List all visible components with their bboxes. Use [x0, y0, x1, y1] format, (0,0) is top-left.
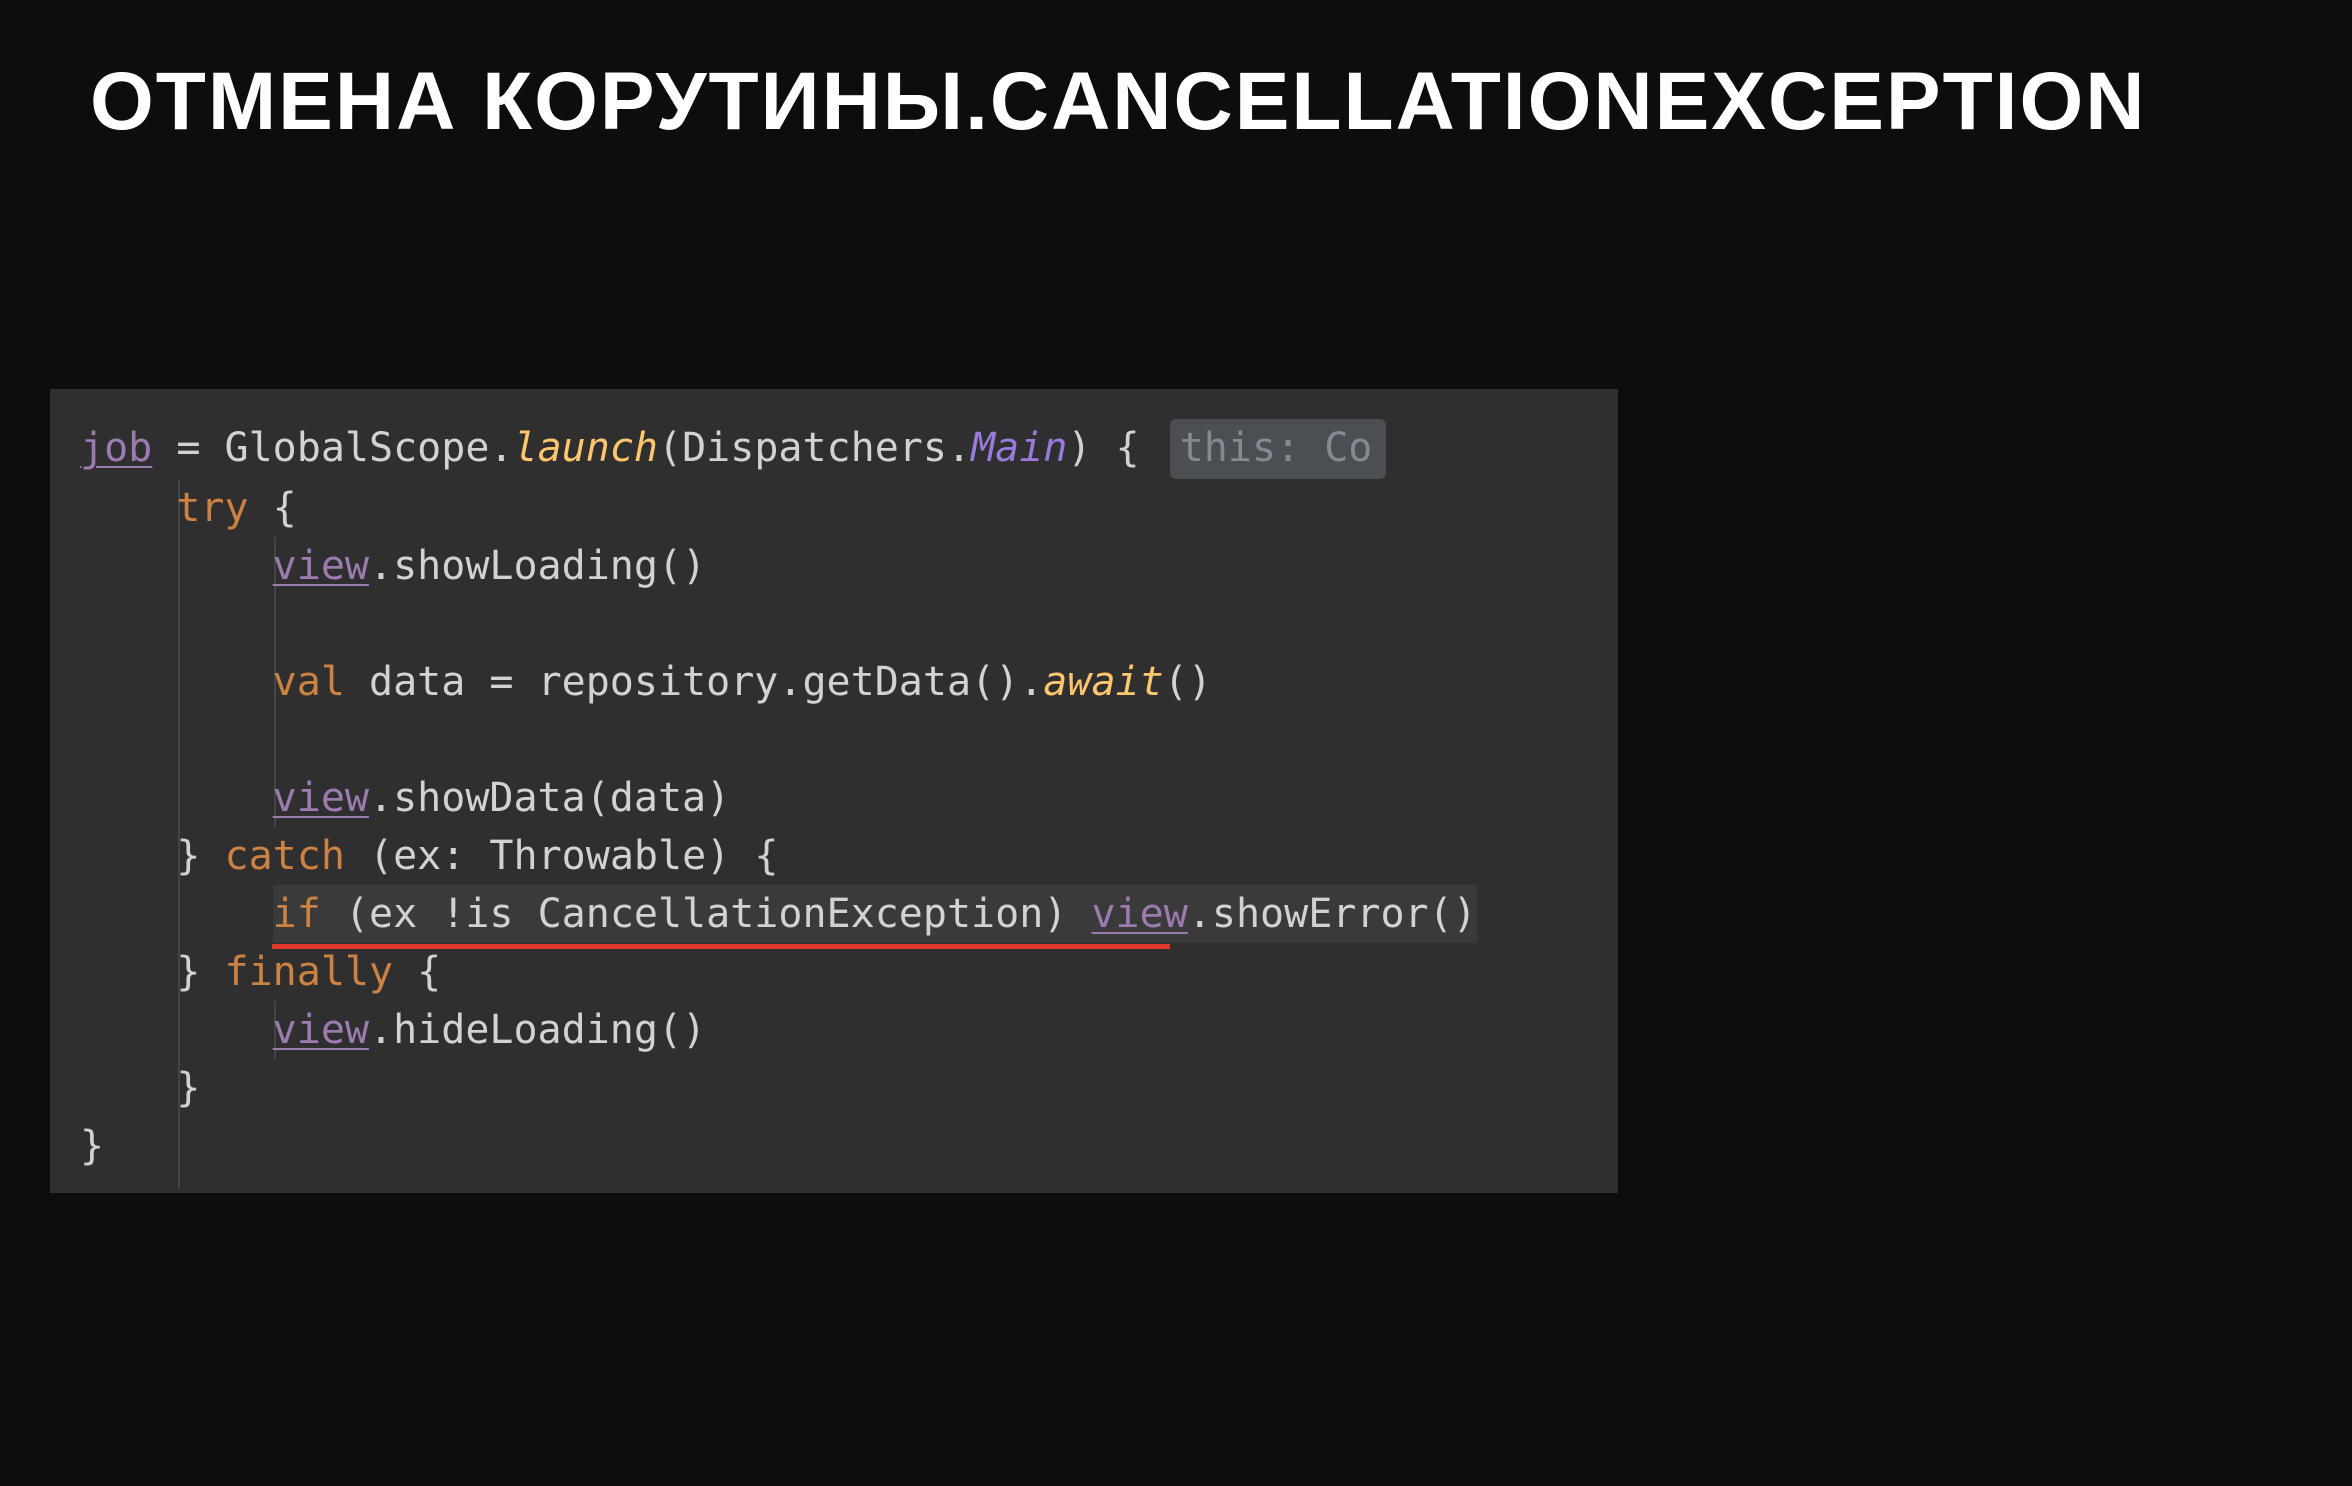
code-text: .hideLoading(): [369, 1007, 706, 1053]
code-pad: [80, 775, 273, 821]
code-text: ) {: [1067, 425, 1163, 471]
code-text: {: [393, 949, 441, 995]
kw-val: val: [273, 659, 345, 705]
code-text: }: [80, 1123, 104, 1169]
code-text: (ex !is CancellationException): [321, 891, 1092, 937]
kw-try: try: [80, 485, 249, 531]
type-main: Main: [971, 425, 1067, 471]
slide: ОТМЕНА КОРУТИНЫ.CANCELLATIONEXCEPTION jo…: [0, 0, 2352, 1486]
code-text: .showLoading(): [369, 543, 706, 589]
identifier-view: view: [273, 543, 369, 589]
code-text: (ex: Throwable) {: [345, 833, 778, 879]
code-line: }: [80, 1117, 1588, 1175]
red-underline: [272, 944, 1170, 949]
fn-await: await: [1043, 659, 1163, 705]
code-text: data = repository.getData().: [345, 659, 1043, 705]
fn-launch: launch: [513, 425, 658, 471]
identifier-view: view: [273, 775, 369, 821]
code-text: = GlobalScope.: [152, 425, 513, 471]
identifier-job: job: [80, 425, 152, 471]
code-line: view.showLoading(): [80, 537, 1588, 595]
code-text: }: [80, 949, 225, 995]
code-line: }: [80, 1059, 1588, 1117]
indent-guide: [178, 479, 180, 1189]
code-line: try {: [80, 479, 1588, 537]
indent-guide: [274, 537, 276, 827]
code-text: (): [1164, 659, 1212, 705]
code-line: } finally {: [80, 943, 1588, 1001]
highlighted-segment: if (ex !is CancellationException) view.s…: [273, 885, 1477, 943]
code-line-blank: [80, 595, 1588, 653]
code-text: }: [80, 833, 225, 879]
code-pad: [80, 1007, 273, 1053]
kw-if: if: [273, 891, 321, 937]
indent-guide: [274, 1001, 276, 1059]
code-text: .showError(): [1188, 891, 1477, 937]
identifier-view: view: [273, 1007, 369, 1053]
code-line-blank: [80, 711, 1588, 769]
code-line: if (ex !is CancellationException) view.s…: [80, 885, 1588, 943]
code-line: } catch (ex: Throwable) {: [80, 827, 1588, 885]
inline-hint: this: Co: [1170, 419, 1387, 479]
code-line: val data = repository.getData().await(): [80, 653, 1588, 711]
code-pad: [80, 891, 273, 937]
kw-catch: catch: [225, 833, 345, 879]
code-line: job = GlobalScope.launch(Dispatchers.Mai…: [80, 419, 1588, 479]
code-block: job = GlobalScope.launch(Dispatchers.Mai…: [50, 389, 1618, 1193]
code-pad: [80, 659, 273, 705]
code-pad: [80, 543, 273, 589]
kw-finally: finally: [225, 949, 394, 995]
code-text: .showData(data): [369, 775, 730, 821]
code-line: view.hideLoading(): [80, 1001, 1588, 1059]
identifier-view: view: [1091, 891, 1187, 937]
slide-title: ОТМЕНА КОРУТИНЫ.CANCELLATIONEXCEPTION: [90, 55, 2146, 149]
code-text: {: [249, 485, 297, 531]
code-text: }: [80, 1065, 200, 1111]
code-line: view.showData(data): [80, 769, 1588, 827]
code-text: (Dispatchers.: [658, 425, 971, 471]
